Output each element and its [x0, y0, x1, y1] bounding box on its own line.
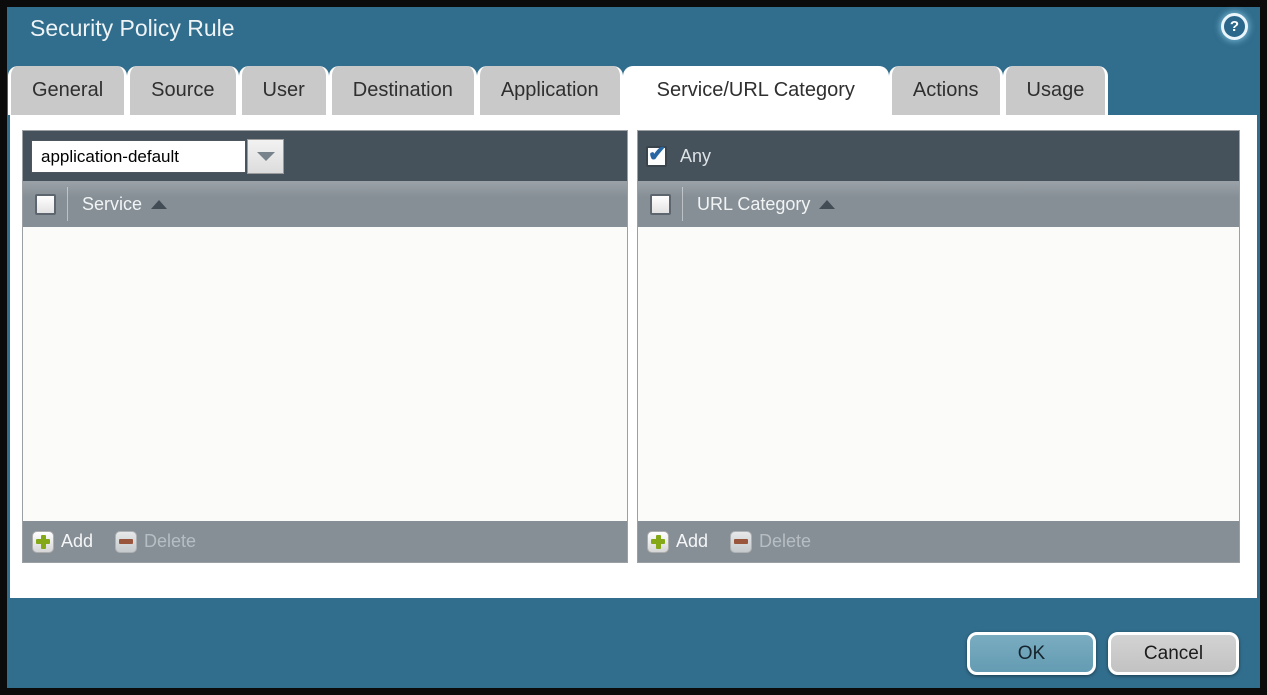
url-category-toolbar: ✔ Any: [638, 131, 1239, 181]
add-plus-icon: [32, 531, 54, 553]
url-category-select-all-checkbox[interactable]: [650, 194, 671, 215]
tab-service-url-category[interactable]: Service/URL Category: [623, 66, 889, 115]
service-delete-button[interactable]: Delete: [115, 531, 196, 553]
sort-ascending-icon[interactable]: [819, 200, 835, 209]
tab-actions[interactable]: Actions: [889, 66, 1003, 115]
chevron-down-icon: [257, 152, 275, 161]
service-table-header: Service: [23, 181, 627, 227]
tab-general[interactable]: General: [8, 66, 127, 115]
security-policy-rule-dialog: Security Policy Rule ? General Source Us…: [0, 0, 1267, 695]
url-category-table-header: URL Category: [638, 181, 1239, 227]
delete-button-label: Delete: [144, 531, 196, 552]
sort-ascending-icon[interactable]: [151, 200, 167, 209]
service-select-all-cell: [23, 194, 67, 215]
dialog-title: Security Policy Rule: [30, 15, 235, 42]
tab-destination[interactable]: Destination: [329, 66, 477, 115]
delete-button-label: Delete: [759, 531, 811, 552]
service-column-header[interactable]: Service: [68, 194, 142, 215]
tab-bar: General Source User Destination Applicat…: [8, 66, 1108, 115]
delete-minus-icon: [115, 531, 137, 553]
url-category-delete-button[interactable]: Delete: [730, 531, 811, 553]
service-panel: application-default Service Add: [22, 130, 628, 563]
help-glyph: ?: [1230, 18, 1239, 35]
service-type-dropdown[interactable]: application-default: [31, 139, 284, 174]
tab-user[interactable]: User: [239, 66, 329, 115]
tab-application[interactable]: Application: [477, 66, 623, 115]
delete-minus-icon: [730, 531, 752, 553]
add-plus-icon: [647, 531, 669, 553]
add-button-label: Add: [61, 531, 93, 552]
ok-button[interactable]: OK: [967, 632, 1096, 675]
service-add-button[interactable]: Add: [32, 531, 93, 553]
help-icon[interactable]: ?: [1221, 13, 1248, 40]
url-category-panel: ✔ Any URL Category Add D: [637, 130, 1240, 563]
tab-content: application-default Service Add: [10, 115, 1257, 598]
url-category-list[interactable]: [638, 227, 1239, 521]
url-category-column-header[interactable]: URL Category: [683, 194, 810, 215]
url-any-checkbox[interactable]: ✔: [646, 146, 667, 167]
service-select-all-checkbox[interactable]: [35, 194, 56, 215]
dropdown-arrow-button[interactable]: [247, 139, 284, 174]
url-category-footer: Add Delete: [638, 521, 1239, 562]
url-category-select-all-cell: [638, 194, 682, 215]
checkmark-icon: ✔: [648, 141, 666, 167]
add-button-label: Add: [676, 531, 708, 552]
tab-source[interactable]: Source: [127, 66, 238, 115]
service-type-value[interactable]: application-default: [31, 140, 246, 173]
service-footer: Add Delete: [23, 521, 627, 562]
tab-usage[interactable]: Usage: [1003, 66, 1109, 115]
cancel-button[interactable]: Cancel: [1108, 632, 1239, 675]
url-any-label: Any: [680, 146, 711, 167]
service-list[interactable]: [23, 227, 627, 521]
service-toolbar: application-default: [23, 131, 627, 181]
url-category-add-button[interactable]: Add: [647, 531, 708, 553]
